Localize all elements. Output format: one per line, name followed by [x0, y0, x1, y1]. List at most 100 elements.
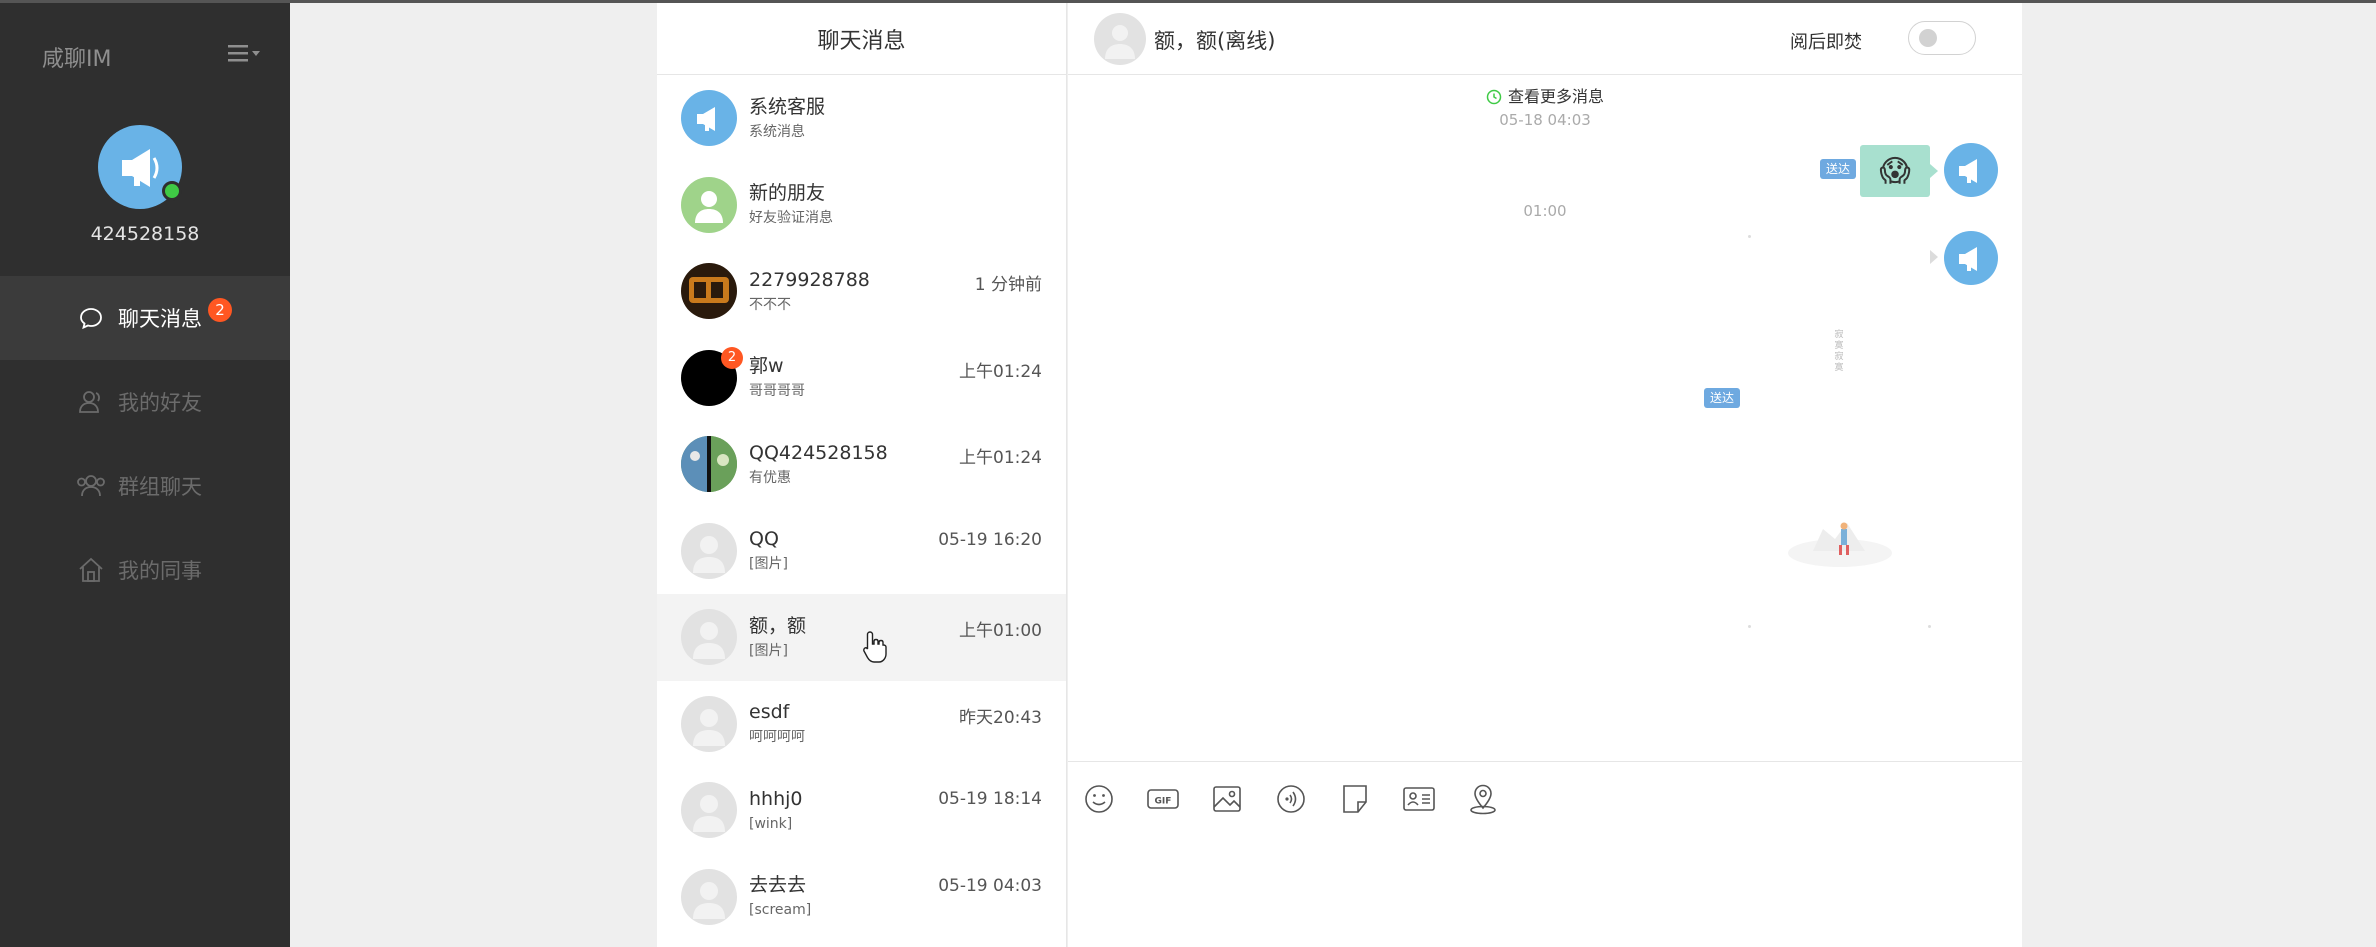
chat-item-name: 新的朋友	[749, 182, 826, 205]
chat-item-preview: 哥哥哥哥	[749, 383, 805, 400]
delivered-tag: 送达	[1820, 159, 1857, 179]
megaphone-icon[interactable]	[1944, 143, 1998, 197]
image-message-illustration[interactable]	[1783, 495, 1898, 575]
user-avatar[interactable]	[98, 125, 182, 209]
sidebar-item-label: 我的好友	[118, 391, 202, 415]
gif-icon[interactable]: GIF	[1146, 782, 1180, 816]
default-avatar-icon	[681, 522, 737, 579]
chat-item-name: 系统客服	[749, 95, 826, 118]
default-avatar-icon	[681, 609, 737, 666]
chat-item-time: 05-19 16:20	[938, 529, 1042, 550]
chat-item-qq424528158[interactable]: QQ424528158 有优惠 上午01:24	[657, 421, 1066, 508]
chat-item-preview: 呵呵呵呵	[749, 729, 805, 746]
conversation-title: 额，额(离线)	[1154, 29, 1276, 53]
unread-badge: 2	[721, 346, 743, 369]
chat-item-time: 05-19 04:03	[938, 875, 1042, 896]
load-more-messages[interactable]: 查看更多消息	[1068, 83, 2022, 109]
sidebar-item-groups[interactable]: 群组聊天	[0, 444, 290, 528]
sidebar-item-label: 我的同事	[118, 559, 202, 583]
bubble-arrow	[1930, 250, 1938, 264]
chat-item-preview: [scream]	[749, 902, 812, 919]
user-id: 424528158	[90, 223, 200, 245]
chat-item-preview: [图片]	[749, 642, 788, 659]
conversation-header: 额，额(离线) 阅后即焚	[1068, 3, 2022, 75]
toggle-knob	[1919, 29, 1937, 47]
chat-list: 系统客服 系统消息 新的朋友 好友验证消息 2279928788 不不不 1 分钟前 …	[657, 75, 1066, 947]
chat-bubble-icon	[76, 303, 106, 333]
image-placeholder-dot	[1748, 235, 1751, 238]
emoji-icon[interactable]	[1082, 782, 1116, 816]
chat-item-preview: 不不不	[749, 296, 791, 313]
svg-text:GIF: GIF	[1155, 797, 1172, 807]
hand-cursor-icon	[863, 631, 887, 663]
contact-card-icon[interactable]	[1402, 782, 1436, 816]
burn-after-read-toggle[interactable]	[1908, 21, 1976, 55]
online-status-dot	[162, 181, 182, 201]
default-avatar-icon	[681, 695, 737, 752]
app-brand: 咸聊IM	[42, 47, 112, 72]
emoji-message[interactable]: 😱	[1860, 145, 1930, 197]
chat-list-title: 聊天消息	[657, 3, 1066, 75]
image-message-caption: 寂寞寂寞	[1834, 330, 1844, 373]
group-icon	[76, 471, 106, 501]
chat-item-guo-w[interactable]: 2 郭w 哥哥哥哥 上午01:24	[657, 335, 1066, 422]
avatar	[681, 263, 737, 320]
sidebar-nav: 聊天消息 2 我的好友 群组聊天 我的同事	[0, 276, 290, 612]
clock-icon	[1486, 89, 1502, 109]
chat-item-time: 上午01:24	[959, 361, 1042, 382]
unread-badge: 2	[208, 298, 232, 322]
chat-item-preview: [wink]	[749, 815, 793, 832]
conversation-panel: 额，额(离线) 阅后即焚 查看更多消息 05-18 04:03 送达 😱 01:…	[1068, 3, 2022, 947]
message-area: 查看更多消息 05-18 04:03 送达 😱 01:00 寂寞寂寞 送达	[1068, 75, 2022, 761]
chat-item-preview: 系统消息	[749, 123, 805, 140]
chat-item-system-service[interactable]: 系统客服 系统消息	[657, 75, 1066, 162]
voice-icon[interactable]	[1274, 782, 1308, 816]
default-avatar-icon	[681, 868, 737, 925]
bubble-arrow	[1930, 164, 1938, 178]
sidebar: 咸聊IM 424528158 聊天消息 2 我的好友 群组聊天 我的同事	[0, 3, 290, 947]
image-icon[interactable]	[1210, 782, 1244, 816]
chat-item-time: 05-19 18:14	[938, 789, 1042, 809]
chat-item-time: 1 分钟前	[974, 275, 1042, 295]
image-placeholder-dot	[1748, 625, 1751, 628]
location-icon[interactable]	[1466, 782, 1500, 816]
sidebar-item-colleagues[interactable]: 我的同事	[0, 528, 290, 612]
megaphone-icon[interactable]	[1944, 231, 1998, 285]
chat-item-preview: [图片]	[749, 556, 788, 573]
file-icon[interactable]	[1338, 782, 1372, 816]
toolbar-tools: GIF	[1082, 782, 1530, 816]
menu-toggle-icon[interactable]	[228, 41, 262, 65]
message-timestamp: 05-18 04:03	[1499, 111, 1591, 129]
default-avatar-icon[interactable]	[1094, 13, 1146, 65]
chat-item-hhhj0[interactable]: hhhj0 [wink] 05-19 18:14	[657, 767, 1066, 854]
default-avatar-icon	[681, 782, 737, 839]
sidebar-item-friends[interactable]: 我的好友	[0, 360, 290, 444]
sidebar-item-label: 聊天消息	[118, 307, 202, 331]
avatar	[681, 436, 737, 493]
chat-item-2279928788[interactable]: 2279928788 不不不 1 分钟前	[657, 248, 1066, 335]
chat-item-time: 上午01:24	[959, 448, 1042, 468]
message-toolbar: GIF	[1068, 761, 2022, 947]
chat-item-preview: 好友验证消息	[749, 210, 833, 227]
chat-list-panel: 聊天消息 系统客服系统消息 新的朋友好友验证消息 2279928788 不不不 1…	[657, 3, 1067, 947]
chat-item-preview: 有优惠	[749, 469, 791, 486]
chat-item-time: 上午01:00	[959, 621, 1042, 641]
chat-item-qq[interactable]: QQ [图片] 05-19 16:20	[657, 508, 1066, 595]
load-more-label: 查看更多消息	[1507, 87, 1604, 106]
image-placeholder-dot	[1928, 625, 1931, 628]
chat-item-e-e[interactable]: 额，额 [图片] 上午01:00	[657, 594, 1066, 681]
scream-emoji-icon: 😱	[1879, 153, 1911, 189]
chat-item-esdf[interactable]: esdf 呵呵呵呵 昨天20:43	[657, 681, 1066, 768]
delivered-tag: 送达	[1704, 388, 1741, 408]
chat-item-ququqqu[interactable]: 去去去 [scream] 05-19 04:03	[657, 854, 1066, 941]
chat-item-new-friends[interactable]: 新的朋友好友验证消息	[657, 162, 1066, 249]
chat-item-time: 昨天20:43	[959, 707, 1042, 728]
sidebar-item-label: 群组聊天	[118, 475, 202, 499]
sidebar-item-chat[interactable]: 聊天消息 2	[0, 276, 290, 360]
message-timestamp: 01:00	[1523, 202, 1567, 220]
megaphone-icon	[681, 90, 737, 147]
burn-after-read-label: 阅后即焚	[1790, 32, 1862, 53]
user-icon	[76, 387, 106, 417]
home-icon	[76, 555, 106, 585]
avatar	[681, 176, 737, 233]
